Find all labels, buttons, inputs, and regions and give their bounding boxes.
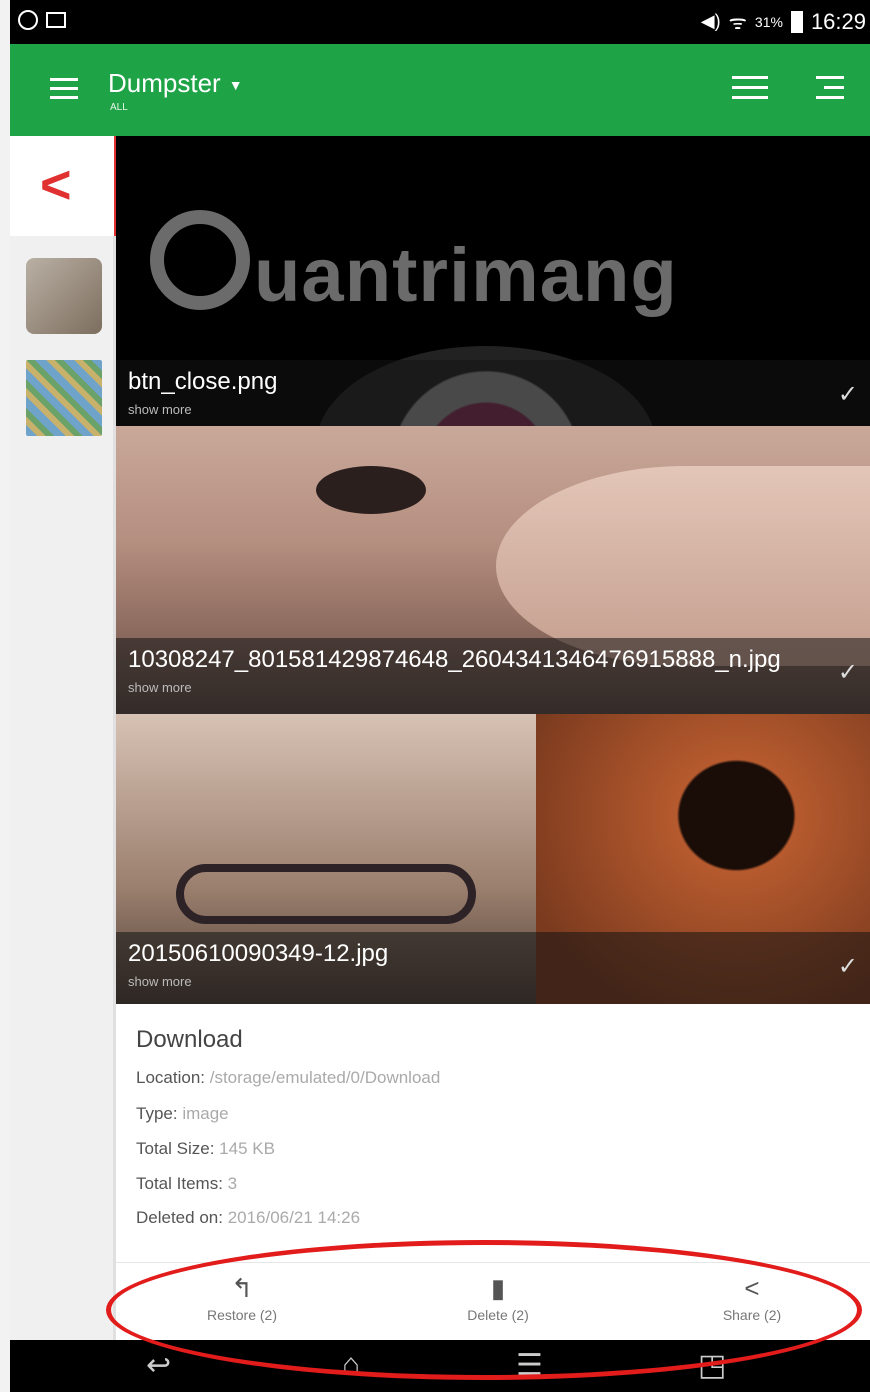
items-label: Total Items: (136, 1174, 223, 1193)
location-row: Location: /storage/emulated/0/Download (136, 1068, 440, 1088)
sort-icon[interactable] (816, 76, 846, 106)
image-preview-detail (496, 466, 870, 666)
location-value: /storage/emulated/0/Download (209, 1068, 441, 1087)
recent-apps-icon[interactable]: ◳ (698, 1348, 726, 1383)
menu-nav-icon[interactable]: ☰ (516, 1348, 543, 1383)
size-label: Total Size: (136, 1139, 215, 1158)
folder-thumbnail-1[interactable] (26, 258, 102, 334)
folder-thumbnail-2[interactable] (26, 360, 102, 436)
back-arrow-icon: < (40, 155, 72, 215)
deleted-label: Deleted on: (136, 1208, 223, 1227)
file-list: uantrimang btn_close.png show more ✓ 103… (116, 136, 870, 1340)
type-label: Type: (136, 1104, 178, 1123)
image-preview-glasses (176, 864, 476, 924)
file-name: 20150610090349-12.jpg (128, 940, 389, 967)
trash-icon: ▮ (490, 1273, 506, 1303)
volume-icon: ◀) (700, 11, 721, 31)
file-caption: 10308247_801581429874648_260434134647691… (116, 638, 870, 714)
share-icon: < (744, 1273, 760, 1303)
restore-button[interactable]: ↰ Restore (2) (142, 1273, 342, 1323)
back-button[interactable]: < (10, 136, 117, 236)
file-name: 10308247_801581429874648_260434134647691… (128, 646, 781, 673)
list-view-icon[interactable] (732, 76, 768, 106)
share-label: Share (2) (722, 1307, 782, 1323)
deleted-row: Deleted on: 2016/06/21 14:26 (136, 1208, 360, 1228)
show-more-link[interactable]: show more (128, 402, 192, 417)
details-heading: Download (136, 1026, 243, 1053)
items-row: Total Items: 3 (136, 1174, 237, 1194)
type-row: Type: image (136, 1104, 229, 1124)
deleted-value: 2016/06/21 14:26 (227, 1208, 361, 1227)
folder-dropdown[interactable]: Dumpster ▼ (108, 68, 243, 99)
system-navigation-bar: ↩ ⌂ ☰ ◳ (10, 1340, 870, 1392)
status-bar: ◀) ᯤ 31% 16:29 (10, 0, 870, 44)
app-bar: Dumpster ▼ ALL (10, 44, 870, 136)
clock: 16:29 (810, 8, 866, 34)
file-item[interactable]: 20150610090349-12.jpg show more ✓ (116, 714, 870, 1004)
check-icon[interactable]: ✓ (838, 658, 858, 687)
type-value: image (182, 1104, 229, 1123)
reply-arrow-icon: ↰ (231, 1273, 253, 1303)
items-value: 3 (227, 1174, 238, 1193)
show-more-link[interactable]: show more (128, 974, 192, 989)
home-nav-icon[interactable]: ⌂ (342, 1348, 360, 1382)
size-value: 145 KB (219, 1139, 275, 1158)
file-caption: 20150610090349-12.jpg show more ✓ (116, 932, 870, 1004)
battery-icon (790, 10, 803, 33)
watermark-logo-icon (150, 210, 250, 310)
image-notification-icon (46, 12, 66, 28)
file-item[interactable]: uantrimang btn_close.png show more ✓ (116, 136, 870, 426)
back-nav-icon[interactable]: ↩ (146, 1348, 171, 1383)
action-bar: ↰ Restore (2) ▮ Delete (2) < Share (2) (116, 1262, 870, 1341)
file-name: btn_close.png (128, 368, 278, 395)
image-preview-eye (316, 466, 426, 514)
filter-subtitle: ALL (110, 102, 128, 113)
delete-label: Delete (2) (467, 1307, 529, 1323)
folder-details: Download Location: /storage/emulated/0/D… (116, 1004, 870, 1340)
share-button[interactable]: < Share (2) (652, 1273, 852, 1323)
delete-button[interactable]: ▮ Delete (2) (398, 1273, 598, 1323)
chevron-down-icon: ▼ (228, 77, 243, 94)
check-icon[interactable]: ✓ (838, 952, 858, 981)
battery-percent: 31% (754, 13, 783, 30)
restore-label: Restore (2) (206, 1307, 278, 1323)
location-label: Location: (136, 1068, 205, 1087)
size-row: Total Size: 145 KB (136, 1139, 275, 1159)
menu-icon[interactable] (50, 78, 78, 105)
wifi-icon: ᯤ (728, 12, 747, 34)
check-icon[interactable]: ✓ (838, 380, 858, 409)
folder-sidebar: < (10, 136, 117, 1340)
file-item[interactable]: 10308247_801581429874648_260434134647691… (116, 426, 870, 714)
app-title: Dumpster (108, 68, 221, 98)
phone-icon (18, 10, 38, 30)
show-more-link[interactable]: show more (128, 680, 192, 695)
watermark-text: uantrimang (254, 233, 678, 318)
file-caption: btn_close.png show more ✓ (116, 360, 870, 426)
